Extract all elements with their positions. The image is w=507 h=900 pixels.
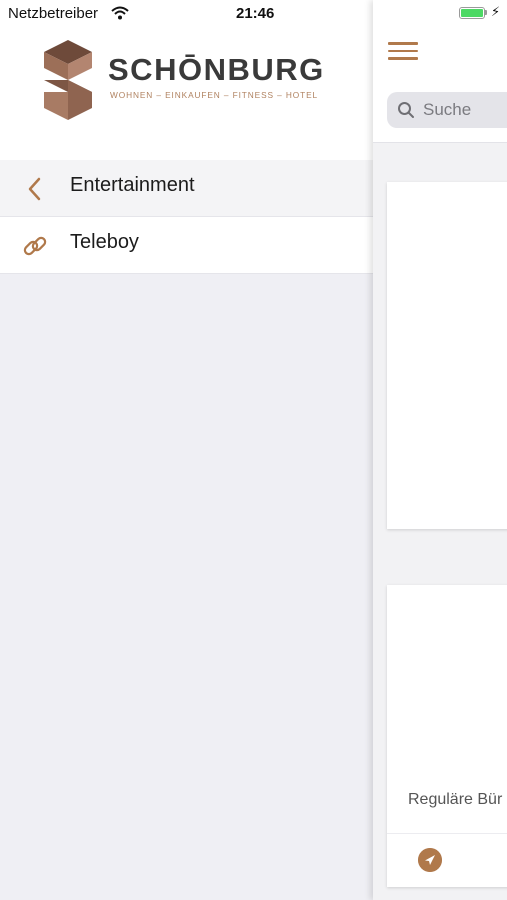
search-input[interactable]: Suche — [387, 92, 507, 128]
search-placeholder: Suche — [423, 100, 472, 119]
side-menu: SCHŌNBURG WOHNEN – EINKAUFEN – FITNESS –… — [0, 0, 373, 900]
main-content-panel: ⚡ Suche Reguläre Bür — [373, 0, 507, 900]
menu-back-entertainment[interactable]: Entertainment — [0, 160, 373, 217]
chevron-left-icon — [28, 177, 41, 201]
content-card[interactable]: Reguläre Bür — [387, 585, 507, 887]
status-bar: Netzbetreiber 21:46 — [0, 0, 507, 28]
menu-item-teleboy[interactable]: Teleboy — [0, 217, 373, 274]
brand-name: SCHŌNBURG — [108, 52, 325, 87]
menu-item-label: Entertainment — [70, 174, 195, 196]
carrier-name: Netzbetreiber — [8, 5, 99, 22]
search-icon — [398, 102, 414, 118]
status-time: 21:46 — [236, 5, 275, 22]
brand-tagline: WOHNEN – EINKAUFEN – FITNESS – HOTEL — [110, 90, 319, 100]
hamburger-menu-icon[interactable] — [388, 42, 418, 64]
menu-item-label: Teleboy — [70, 231, 139, 253]
card-divider — [387, 833, 507, 834]
link-icon — [23, 236, 47, 256]
wifi-icon — [111, 6, 129, 20]
navigation-arrow-icon[interactable] — [418, 848, 442, 872]
brand-logo-icon — [44, 40, 92, 120]
content-card[interactable] — [387, 182, 507, 529]
card-text: Reguläre Bür — [408, 791, 503, 808]
